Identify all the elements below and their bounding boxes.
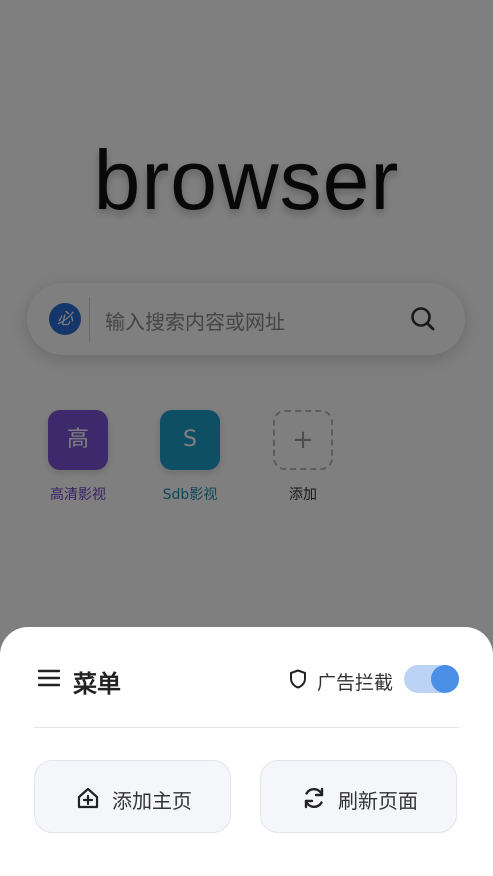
add-homepage-label: 添加主页 — [112, 789, 192, 813]
menu-title: 菜单 — [73, 670, 121, 698]
menu-bottom-sheet: 菜单 广告拦截 添加主页 刷新页面 — [0, 627, 493, 876]
refresh-icon — [304, 787, 324, 809]
adblock-label: 广告拦截 — [317, 672, 394, 694]
adblock-toggle[interactable] — [404, 665, 459, 693]
toggle-knob[interactable] — [431, 665, 459, 693]
refresh-page-button[interactable]: 刷新页面 — [260, 760, 457, 833]
menu-icon — [38, 669, 60, 687]
divider — [34, 727, 459, 728]
refresh-page-label: 刷新页面 — [338, 789, 418, 813]
add-homepage-button[interactable]: 添加主页 — [34, 760, 231, 833]
shield-icon — [290, 669, 306, 689]
home-add-icon — [77, 787, 99, 809]
